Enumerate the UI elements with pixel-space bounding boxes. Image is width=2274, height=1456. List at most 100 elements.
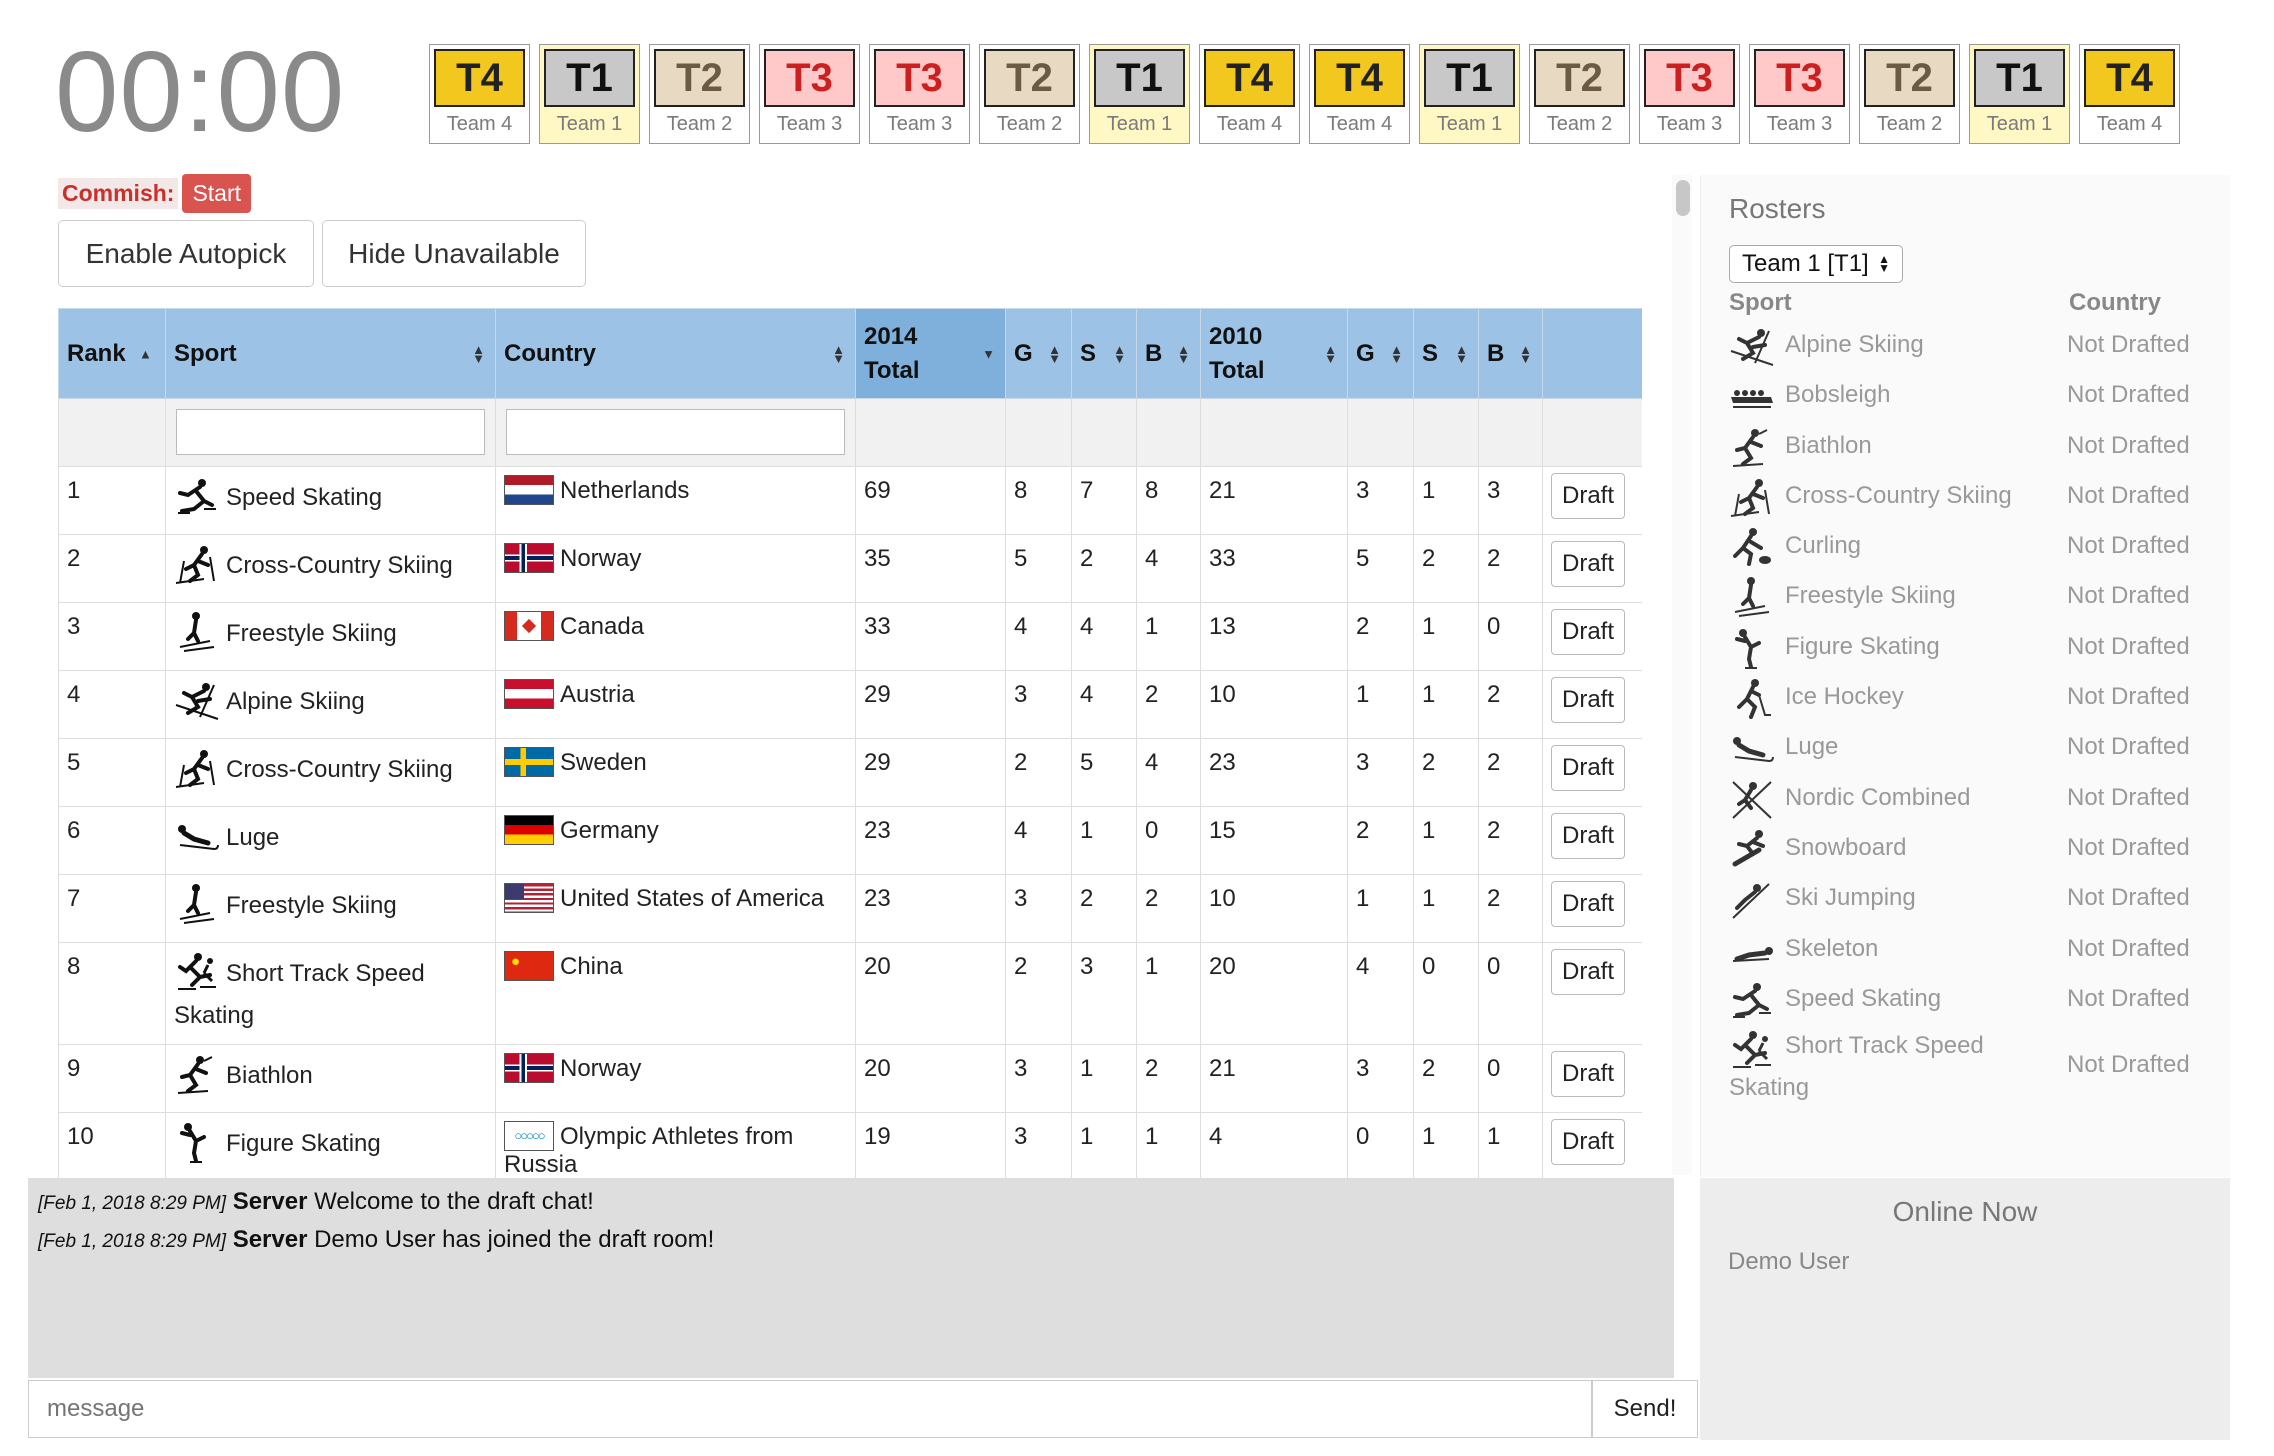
rank-cell: 3 [58,602,166,671]
col-header-country[interactable]: Country ▲ ▼ [495,308,856,399]
draft-slot: T4 Team 4 [429,44,530,144]
chat-message-input[interactable] [28,1380,1592,1438]
biathlon-icon [177,1056,213,1094]
roster-status: Not Drafted [2067,884,2190,912]
roster-row: Curling Not Drafted [1729,522,2209,572]
col-header-2014-total[interactable]: 2014 Total ▼ [855,308,1006,399]
roster-row: Nordic Combined Not Drafted [1729,774,2209,824]
draft-button[interactable]: Draft [1551,609,1626,655]
roster-status: Not Drafted [2067,331,2190,358]
gold-2010-cell: 0 [1347,1112,1414,1180]
roster-status: Not Drafted [2067,783,2190,811]
biathlon-icon [1732,428,1768,467]
hide-unavailable-button[interactable]: Hide Unavailable [322,220,586,287]
bronze-2014-cell: 4 [1136,534,1201,603]
roster-sport: Curling [1785,532,1862,560]
gold-2010-cell: 2 [1347,806,1414,875]
col-header-2010-gold[interactable]: G ▲ ▼ [1347,308,1414,399]
col-header-2014-gold[interactable]: G ▲ ▼ [1005,308,1072,399]
team-code-badge: T4 [1204,49,1295,107]
team-name: Team 1 [1986,113,2053,135]
draft-button[interactable]: Draft [1551,745,1626,791]
sport-cell: Biathlon [165,1044,496,1113]
flag-austria-icon [504,678,554,709]
team-code-badge: T2 [654,49,745,107]
draft-button[interactable]: Draft [1551,949,1626,995]
total-2010-cell: 33 [1200,534,1348,603]
roster-status: Not Drafted [2067,733,2190,761]
total-2014-cell: 29 [855,738,1006,807]
flag-netherlands-icon [504,474,554,505]
team-name: Team 3 [1766,113,1833,135]
draft-button[interactable]: Draft [1551,1051,1626,1097]
team-code-badge: T1 [1094,49,1185,107]
main-scrollbar-track[interactable] [1672,175,1692,1175]
country-name: Norway [560,545,642,572]
col-header-2010-silver[interactable]: S ▲ ▼ [1413,308,1479,399]
draft-button[interactable]: Draft [1551,881,1626,927]
draft-button[interactable]: Draft [1551,677,1626,723]
draft-button[interactable]: Draft [1551,813,1626,859]
col-header-2014-bronze[interactable]: B ▲ ▼ [1136,308,1201,399]
team-code-badge: T1 [544,49,635,107]
col-header-2010-total[interactable]: 2010 Total ▲ ▼ [1200,308,1348,399]
team-code-badge: T3 [764,49,855,107]
main-scrollbar-thumb[interactable] [1676,180,1690,216]
total-2010-cell: 20 [1200,942,1348,1045]
silver-2014-cell: 3 [1071,942,1137,1045]
draft-slot: T3 Team 3 [1749,44,1850,144]
draft-slot: T2 Team 2 [1529,44,1630,144]
col-header-2014-silver[interactable]: S ▲ ▼ [1071,308,1137,399]
gold-2014-cell: 3 [1005,670,1072,739]
sport-filter-input[interactable] [176,409,485,455]
silver-2014-cell: 1 [1071,806,1137,875]
team-name: Team 3 [886,113,953,135]
draft-slot: T1 Team 1 [1419,44,1520,144]
total-2010-cell: 10 [1200,670,1348,739]
draft-slot: T2 Team 2 [649,44,750,144]
roster-col-country: Country [2069,289,2161,316]
country-cell: Netherlands [495,466,856,535]
gold-2010-cell: 4 [1347,942,1414,1045]
country-filter-input[interactable] [506,409,845,455]
silver-2014-cell: 4 [1071,602,1137,671]
sport-cell: Luge [165,806,496,875]
roster-status: Not Drafted [2067,1051,2190,1079]
roster-status: Not Drafted [2067,481,2190,509]
total-2010-cell: 4 [1200,1112,1348,1180]
country-cell: ○○○○○ Olympic Athletes from Russia [495,1112,856,1180]
action-cell: Draft [1542,874,1642,943]
draft-button[interactable]: Draft [1551,1119,1626,1165]
rank-cell: 8 [58,942,166,1045]
filter-row [58,398,1642,467]
table-row: 3 Freestyle Skiing Canada 33 4 4 1 13 2 1 0 Draft [58,602,1642,671]
total-2014-cell: 20 [855,1044,1006,1113]
rank-cell: 5 [58,738,166,807]
curling-icon [1733,528,1771,567]
team-name: Team 3 [1656,113,1723,135]
table-row: 2 Cross-Country Skiing Norway 35 5 2 4 33 5 2 2 Dra… [58,534,1642,603]
silver-2014-cell: 1 [1071,1044,1137,1113]
table-row: 10 Figure Skating ○○○○○ Olympic Athletes fr… [58,1112,1642,1180]
cross-country-skiing-icon [1730,478,1770,517]
col-header-2010-bronze[interactable]: B ▲ ▼ [1478,308,1543,399]
silver-2010-cell: 2 [1413,1044,1479,1113]
draft-order-strip: T4 Team 4 T1 Team 1 T2 Team 2 T3 Team 3 T3 Team 3… [429,44,2180,144]
enable-autopick-button[interactable]: Enable Autopick [58,220,314,287]
gold-2014-cell: 2 [1005,738,1072,807]
col-header-rank[interactable]: Rank ▲ [58,308,166,399]
roster-team-select[interactable]: Team 1 [T1] ▲ ▼ [1729,245,1903,283]
draft-button[interactable]: Draft [1551,473,1626,519]
silver-2010-cell: 1 [1413,466,1479,535]
send-message-button[interactable]: Send! [1592,1380,1698,1438]
bronze-2014-cell: 4 [1136,738,1201,807]
roster-sport: Speed Skating [1785,984,1942,1012]
silver-2010-cell: 2 [1413,738,1479,807]
col-header-sport[interactable]: Sport ▲ ▼ [165,308,496,399]
bronze-2010-cell: 2 [1478,874,1543,943]
action-cell: Draft [1542,466,1642,535]
country-cell: Austria [495,670,856,739]
start-draft-button[interactable]: Start [182,174,252,213]
draft-button[interactable]: Draft [1551,541,1626,587]
gold-2014-cell: 4 [1005,602,1072,671]
